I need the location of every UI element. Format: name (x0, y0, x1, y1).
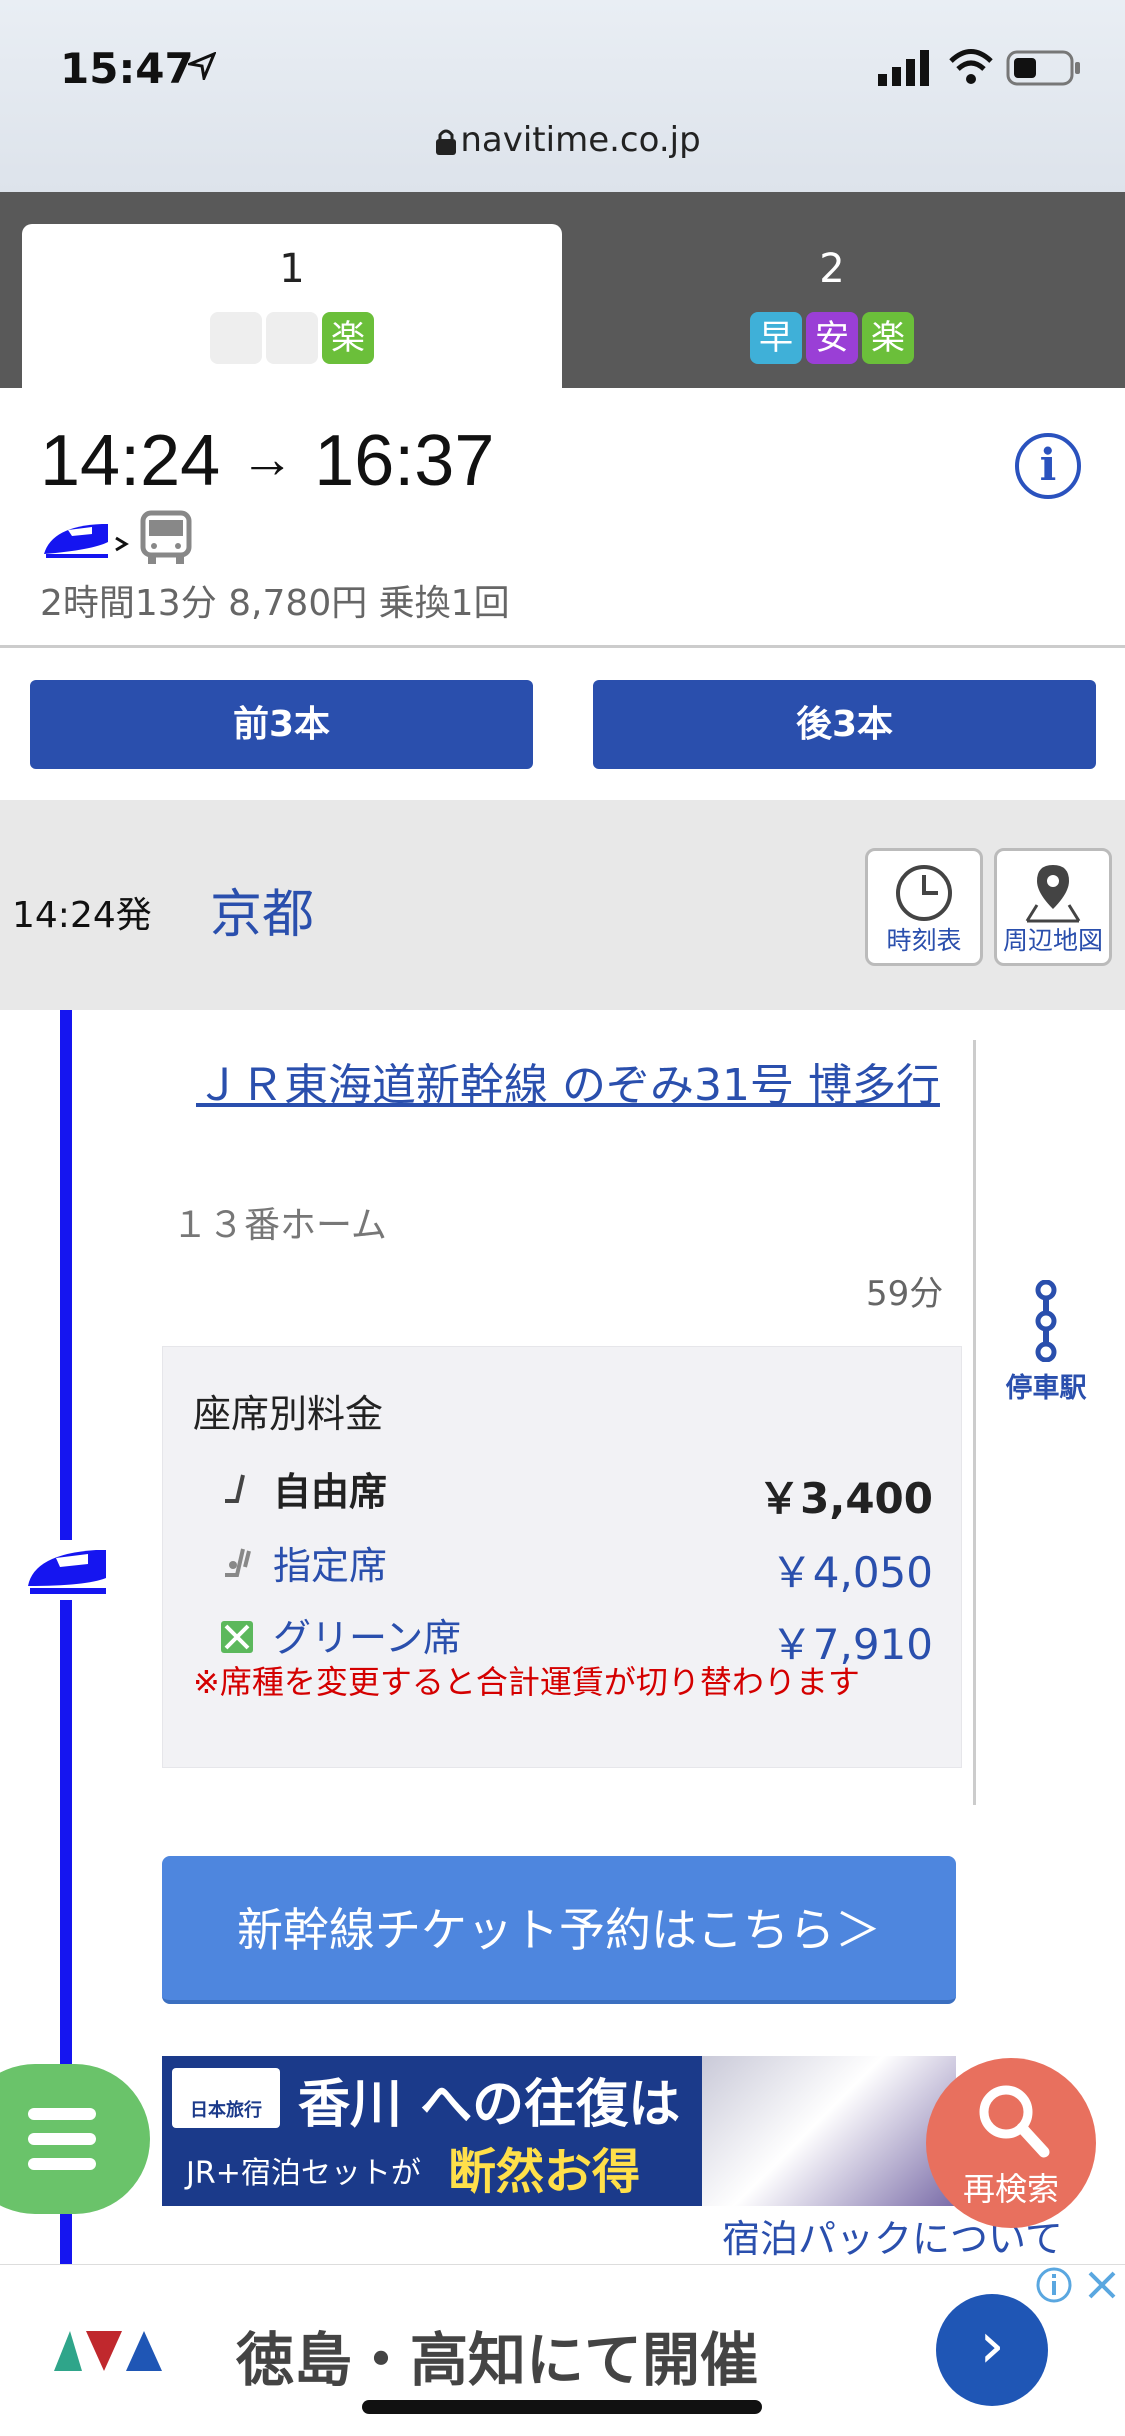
stop-stations-icon (1035, 1279, 1057, 1363)
badge-comfort: 楽 (322, 312, 374, 364)
route-meta: 2時間13分 8,780円 乗換1回 (40, 583, 510, 624)
status-bar: 15:47 navitime.co.jp (0, 0, 1125, 192)
battery-icon (1006, 50, 1080, 86)
train-name-link[interactable]: ＪＲ東海道新幹線 のぞみ31号 博多行 (196, 1048, 966, 1124)
ad-info-icon[interactable] (1034, 2265, 1074, 2305)
ad-text: 徳島・高知にて開催 (236, 2326, 759, 2394)
research-label: 再検索 (962, 2170, 1059, 2208)
map-label: 周辺地図 (1002, 926, 1103, 955)
location-arrow-icon (188, 52, 216, 80)
green-car-icon (221, 1621, 253, 1653)
stop-stations-button[interactable]: 停車駅 (996, 1279, 1096, 1405)
home-indicator (362, 2400, 762, 2414)
fare-title: 座席別料金 (193, 1392, 384, 1436)
seat-fare-panel: 座席別料金 自由席 ￥3,400 指定席 ￥4,050 グリーン席 ￥7,910… (162, 1346, 962, 1768)
next-3-button[interactable]: 後3本 (593, 680, 1096, 769)
depart-time: 14:24 (40, 421, 221, 501)
stop-stations-label: 停車駅 (1005, 1373, 1087, 1404)
tab-route-1[interactable]: 1 楽 (22, 224, 562, 388)
badge-empty (210, 312, 262, 364)
tab-badges: 楽 (22, 312, 562, 364)
arrive-time: 16:37 (314, 421, 495, 501)
fare-price: ￥3,400 (758, 1474, 933, 1523)
train-photo (702, 2056, 956, 2206)
seat-icon (225, 1474, 245, 1503)
badge-empty (266, 312, 318, 364)
cellular-signal-icon (878, 50, 929, 86)
clock-icon (896, 865, 952, 921)
timetable-button[interactable]: 時刻表 (865, 848, 983, 966)
fare-name: 指定席 (273, 1544, 388, 1588)
arrow: → (240, 429, 295, 489)
fare-name: 自由席 (273, 1470, 388, 1514)
fare-change-note: ※席種を変更すると合計運賃が切り替わります (193, 1663, 860, 1701)
fare-name: グリーン席 (273, 1616, 462, 1660)
banner-sub: JR+宿泊セットが (186, 2156, 421, 2191)
fare-row-reserved[interactable]: 指定席 ￥4,050 (193, 1531, 933, 1597)
route-tabs: 1 楽 2 早 安 楽 (0, 192, 1125, 388)
platform: １３番ホーム (172, 1205, 387, 1246)
route-times: 14:24 → 16:37 (40, 420, 494, 502)
nearby-map-button[interactable]: 周辺地図 (994, 848, 1112, 966)
shinkansen-icon (44, 524, 129, 558)
ad-close-icon[interactable] (1082, 2265, 1122, 2305)
travel-banner-ad[interactable]: 日本旅行 香川 への往復は JR+宿泊セットが 断然お得 (162, 2056, 956, 2206)
research-button[interactable]: 再検索 (926, 2058, 1096, 2228)
ad-arrow-button[interactable]: › (936, 2294, 1048, 2406)
reserved-seat-icon (225, 1548, 251, 1577)
shinkansen-ticket-button[interactable]: 新幹線チケット予約はこちら＞ (162, 1856, 956, 2004)
menu-icon (28, 2158, 96, 2170)
url-bar[interactable]: navitime.co.jp (0, 120, 1125, 160)
wifi-icon (949, 49, 993, 84)
map-pin-icon (1025, 865, 1081, 923)
departure-time: 14:24発 (12, 895, 152, 936)
badge-fast: 早 (750, 312, 802, 364)
banner-emphasis: 断然お得 (448, 2144, 641, 2200)
badge-cheap: 安 (806, 312, 858, 364)
departure-station-row: 14:24発 京都 時刻表 周辺地図 (0, 800, 1125, 1010)
prev-3-button[interactable]: 前3本 (30, 680, 533, 769)
tab-badges: 早 安 楽 (562, 312, 1102, 364)
banner-logo: 日本旅行 (172, 2068, 280, 2128)
tab-number: 2 (819, 246, 845, 292)
tab-route-2[interactable]: 2 早 安 楽 (562, 224, 1102, 388)
ad-logo-icon (54, 2331, 162, 2371)
clock: 15:47 (60, 44, 194, 93)
bus-icon (140, 510, 192, 564)
search-icon (979, 2085, 1050, 2158)
tab-number: 1 (279, 246, 305, 292)
station-name[interactable]: 京都 (210, 872, 314, 947)
train-marker (26, 1540, 110, 1600)
shinkansen-icon (28, 1550, 106, 1594)
divider (973, 1040, 976, 1805)
badge-comfort: 楽 (862, 312, 914, 364)
timetable-label: 時刻表 (886, 926, 962, 955)
fare-price: ￥4,050 (770, 1548, 933, 1597)
menu-button[interactable] (0, 2064, 150, 2214)
fare-row-unreserved[interactable]: 自由席 ￥3,400 (193, 1457, 933, 1523)
info-icon[interactable]: i (1015, 433, 1081, 499)
menu-icon (28, 2133, 96, 2145)
banner-headline: 香川 への往復は (298, 2075, 681, 2135)
ride-duration: 59分 (866, 1274, 944, 1314)
route-summary: 14:24 → 16:37 2時間13分 8,780円 乗換1回 i (0, 388, 1125, 648)
menu-icon (28, 2108, 96, 2120)
fare-row-green[interactable]: グリーン席 ￥7,910 (193, 1603, 933, 1669)
